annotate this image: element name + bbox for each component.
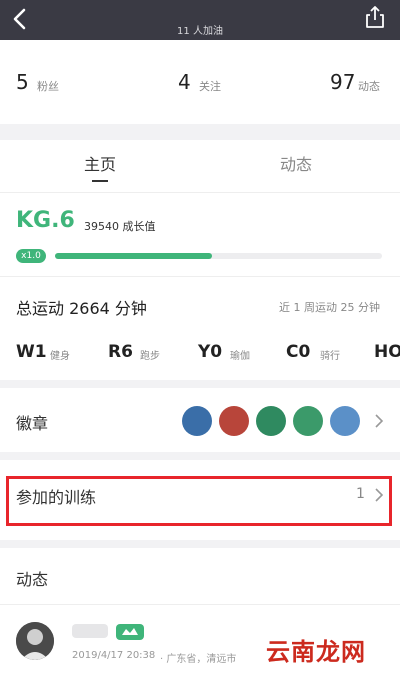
badge-3[interactable] [256,406,286,436]
weekly-exercise[interactable]: 近 1 周运动 25 分钟 [279,299,380,315]
chevron-right-icon[interactable] [374,413,384,429]
category-code-cycling[interactable]: C0 [286,342,310,362]
fans-label[interactable]: 粉丝 [37,78,59,94]
tab-divider [0,192,400,193]
badge-1[interactable] [182,406,212,436]
following-label[interactable]: 关注 [199,78,221,94]
badge-5[interactable] [330,406,360,436]
level-divider [0,276,400,277]
total-exercise: 总运动 2664 分钟 [16,299,147,318]
category-code-hiking[interactable]: HO [374,342,400,362]
category-code-yoga[interactable]: Y0 [198,342,222,362]
category-label-fitness[interactable]: 健身 [50,347,70,362]
posts-count[interactable]: 97 [330,70,355,94]
username-blurred[interactable] [72,624,108,638]
multiplier-badge: x1.0 [16,249,46,263]
fans-count[interactable]: 5 [16,70,29,94]
badge-2[interactable] [219,406,249,436]
watermark-logo: 云南龙网 [266,638,366,666]
avatar[interactable] [16,622,54,660]
growth-value: 39540 成长值 [84,220,156,233]
feed-divider [0,604,400,605]
post-date: 2019/4/17 20:38 [72,650,156,661]
category-label-running[interactable]: 跑步 [140,347,160,362]
category-code-fitness[interactable]: W1 [16,342,47,362]
vip-badge-icon [116,624,144,640]
training-divider [0,540,400,548]
following-count[interactable]: 4 [178,70,191,94]
feed-section-title: 动态 [16,570,49,589]
tab-home[interactable]: 主页 [84,151,116,175]
active-tab-indicator [92,180,108,182]
badges-label[interactable]: 徽章 [16,410,48,434]
badge-4[interactable] [293,406,323,436]
cheer-count: 11 人加油 [177,26,223,37]
category-label-yoga[interactable]: 瑜伽 [230,347,250,362]
category-label-cycling[interactable]: 骑行 [320,347,340,362]
tab-posts[interactable]: 动态 [280,151,312,175]
category-code-running[interactable]: R6 [108,342,133,362]
highlight-box [6,476,392,526]
post-location: · 广东省，清远市 [160,654,237,665]
badges-divider [0,452,400,460]
level-name: KG.6 [16,208,75,233]
section-divider [0,124,400,140]
posts-label[interactable]: 动态 [358,78,380,94]
share-icon[interactable] [364,5,386,29]
exercise-divider [0,380,400,388]
level-progress-fill [55,253,212,259]
